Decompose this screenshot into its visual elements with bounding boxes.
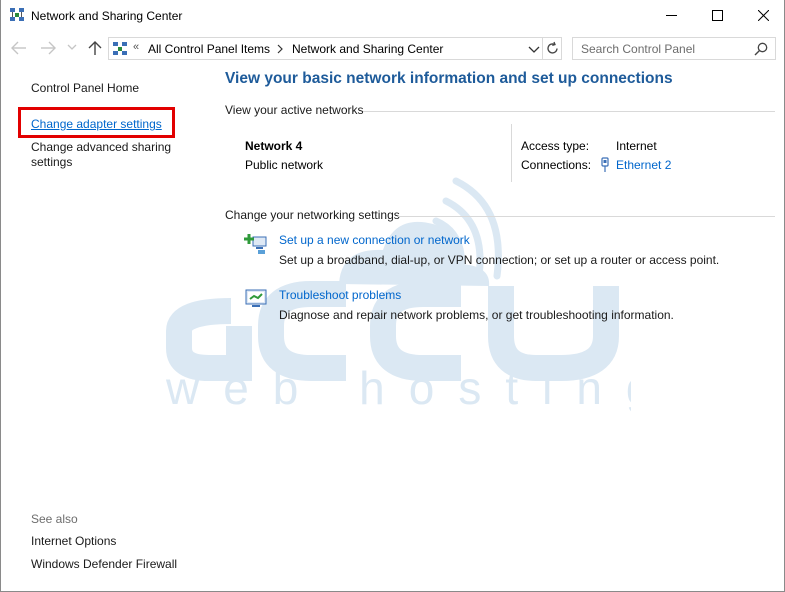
network-sharing-window: Network and Sharing Center « All Control… — [0, 0, 785, 592]
maximize-icon — [711, 10, 723, 21]
title-bar: Network and Sharing Center — [1, 0, 784, 32]
back-arrow-icon[interactable] — [10, 40, 28, 56]
left-navigation-pane: Control Panel Home Change adapter settin… — [1, 64, 211, 591]
active-networks-heading: View your active networks — [225, 103, 364, 117]
control-panel-icon — [113, 42, 127, 55]
change-advanced-sharing-settings-link[interactable]: Change advanced sharing settings — [31, 140, 191, 170]
network-center-icon — [10, 8, 24, 21]
search-input[interactable] — [573, 38, 748, 59]
up-arrow-icon[interactable] — [86, 39, 104, 57]
access-type-label: Access type: — [521, 139, 590, 153]
breadcrumb-all-control-panel-items[interactable]: All Control Panel Items — [148, 42, 270, 56]
refresh-icon[interactable] — [545, 41, 560, 56]
connections-label: Connections: — [521, 158, 592, 172]
main-content: View your basic network information and … — [211, 64, 784, 591]
network-divider — [511, 124, 512, 182]
forward-arrow-icon[interactable] — [39, 40, 57, 56]
troubleshoot-problems-link[interactable]: Troubleshoot problems — [279, 288, 401, 302]
minimize-button[interactable] — [648, 0, 694, 31]
setup-new-connection-description: Set up a broadband, dial-up, or VPN conn… — [279, 253, 720, 267]
network-category: Public network — [245, 158, 324, 172]
address-overflow-chevron[interactable]: « — [133, 41, 139, 53]
section-divider — [398, 216, 775, 217]
access-type-value: Internet — [616, 139, 657, 153]
network-name: Network 4 — [245, 139, 303, 153]
change-settings-heading: Change your networking settings — [225, 208, 400, 222]
change-adapter-settings-link[interactable]: Change adapter settings — [31, 117, 162, 132]
section-divider — [363, 111, 775, 112]
troubleshoot-problems-description: Diagnose and repair network problems, or… — [279, 308, 674, 322]
breadcrumb-separator-icon[interactable] — [274, 42, 286, 56]
maximize-button[interactable] — [694, 0, 740, 31]
new-connection-icon — [244, 234, 267, 254]
see-also-heading: See also — [31, 512, 78, 526]
address-bar[interactable]: « All Control Panel Items Network and Sh… — [108, 37, 562, 60]
page-title: View your basic network information and … — [225, 70, 673, 87]
control-panel-home-link[interactable]: Control Panel Home — [31, 81, 139, 96]
window-title: Network and Sharing Center — [31, 9, 183, 23]
address-divider — [542, 38, 543, 59]
troubleshoot-icon — [245, 289, 267, 307]
ethernet-connection-link[interactable]: Ethernet 2 — [616, 158, 671, 172]
navigation-bar: « All Control Panel Items Network and Sh… — [1, 32, 784, 64]
breadcrumb-network-sharing-center[interactable]: Network and Sharing Center — [292, 42, 443, 56]
search-icon[interactable] — [754, 42, 768, 56]
close-button[interactable] — [740, 0, 784, 31]
minimize-icon — [665, 15, 677, 16]
recent-locations-chevron-icon[interactable] — [67, 42, 77, 52]
setup-new-connection-link[interactable]: Set up a new connection or network — [279, 233, 470, 247]
chevron-down-icon[interactable] — [528, 44, 540, 54]
close-icon — [757, 10, 769, 21]
search-box — [572, 37, 776, 60]
internet-options-link[interactable]: Internet Options — [31, 534, 116, 549]
windows-defender-firewall-link[interactable]: Windows Defender Firewall — [31, 557, 177, 572]
ethernet-icon — [601, 157, 609, 172]
